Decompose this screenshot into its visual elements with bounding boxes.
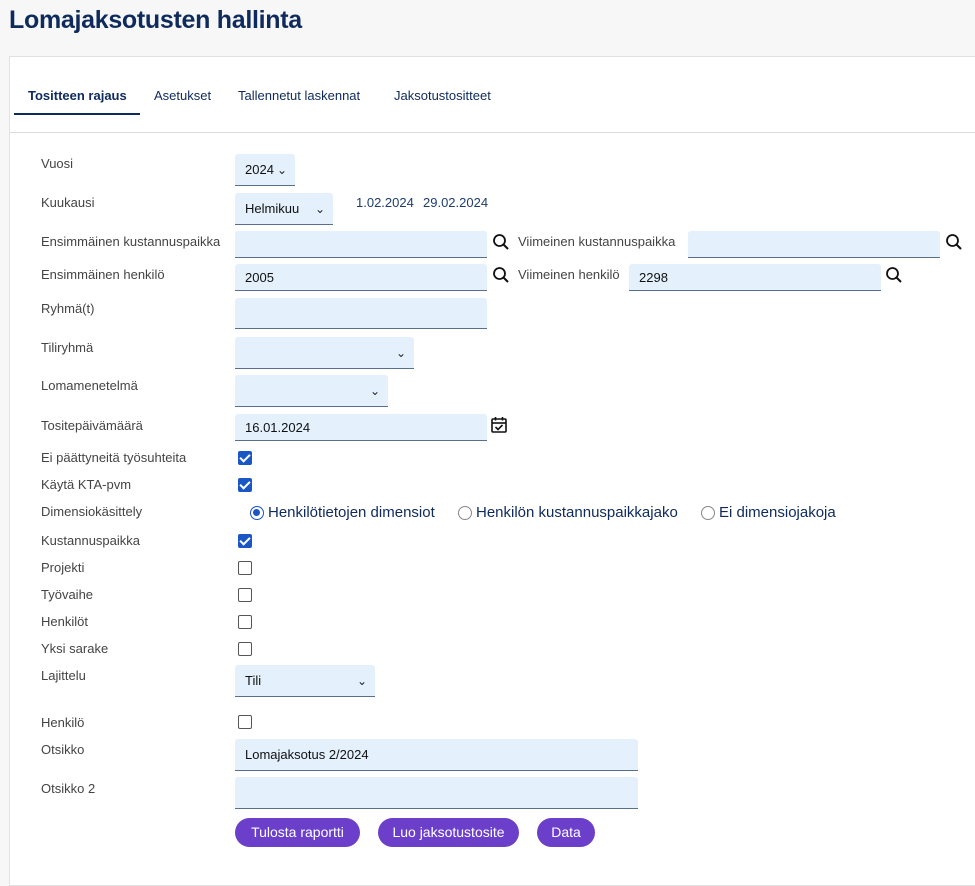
viim-henk-input[interactable]: 2298 [629, 264, 881, 291]
data-button[interactable]: Data [537, 818, 595, 847]
radio-label: Ei dimensiojakoja [719, 504, 836, 521]
active-tab-indicator [14, 113, 140, 115]
search-icon[interactable] [492, 233, 512, 253]
radio-button-icon [458, 505, 472, 520]
henkilo-label: Henkilö [41, 715, 85, 730]
radio-label: Henkilötietojen dimensiot [268, 504, 435, 521]
kustannuspaikka-checkbox[interactable] [238, 534, 252, 548]
chevron-down-icon: ⌄ [395, 346, 406, 360]
tyovaihe-label: Työvaihe [41, 587, 94, 602]
vuosi-label: Vuosi [41, 156, 74, 171]
radio-henkilon-kustannuspaikkajako[interactable]: Henkilön kustannuspaikkajako [458, 504, 678, 521]
vuosi-select[interactable]: 2024 ⌄ [235, 154, 295, 186]
ryhma-input[interactable] [235, 298, 487, 329]
henkilot-checkbox[interactable] [238, 615, 252, 629]
period-end: 29.02.2024 [423, 195, 489, 210]
kuukausi-value: Helmikuu [245, 201, 300, 216]
lajittelu-value: Tili [245, 673, 262, 688]
luo-jaksotustosite-button[interactable]: Luo jaksotustosite [378, 818, 519, 847]
period-start: 1.02.2024 [356, 195, 414, 210]
main-panel: Tositteen rajaus Asetukset Tallennetut l… [9, 56, 975, 886]
otsikko2-label: Otsikko 2 [41, 781, 96, 796]
tab-jaksotustositteet[interactable]: Jaksotustositteet [394, 88, 491, 103]
vuosi-value: 2024 [245, 162, 274, 177]
projekti-checkbox[interactable] [238, 561, 252, 575]
viim-kp-input[interactable] [688, 231, 940, 258]
chevron-down-icon: ⌄ [314, 202, 325, 216]
projekti-label: Projekti [41, 560, 85, 575]
ens-kp-label: Ensimmäinen kustannuspaikka [41, 234, 221, 249]
search-icon[interactable] [885, 266, 905, 286]
henkilot-label: Henkilöt [41, 614, 88, 629]
henkilo-checkbox[interactable] [238, 715, 252, 729]
radio-label: Henkilön kustannuspaikkajako [476, 504, 678, 521]
ens-kp-input[interactable] [235, 231, 487, 258]
search-icon[interactable] [492, 266, 512, 286]
otsikko2-input[interactable] [235, 777, 638, 809]
ryhma-label: Ryhmä(t) [41, 301, 95, 316]
tab-asetukset[interactable]: Asetukset [154, 88, 211, 103]
calendar-icon[interactable] [490, 416, 510, 436]
dimensio-label: Dimensiokäsittely [41, 504, 143, 519]
tositepvm-input[interactable]: 16.01.2024 [235, 414, 487, 441]
tab-tositteen-rajaus[interactable]: Tositteen rajaus [28, 88, 127, 103]
lajittelu-select[interactable]: Tili ⌄ [235, 665, 375, 697]
page-title: Lomajaksotusten hallinta [9, 6, 302, 34]
ens-henk-label: Ensimmäinen henkilö [41, 267, 165, 282]
chevron-down-icon: ⌄ [276, 163, 287, 177]
viim-henk-label: Viimeinen henkilö [518, 267, 620, 282]
tiliryhma-label: Tiliryhmä [41, 340, 94, 355]
kuukausi-label: Kuukausi [41, 195, 95, 210]
tyovaihe-checkbox[interactable] [238, 588, 252, 602]
radio-button-icon [250, 505, 264, 520]
search-icon[interactable] [945, 233, 965, 253]
kta-checkbox[interactable] [238, 478, 252, 492]
lajittelu-label: Lajittelu [41, 668, 86, 683]
chevron-down-icon: ⌄ [369, 384, 380, 398]
tiliryhma-select[interactable]: ⌄ [235, 337, 414, 369]
tositepvm-label: Tositepäivämäärä [41, 418, 143, 433]
kustannuspaikka-label: Kustannuspaikka [41, 533, 141, 548]
tab-tallennetut-laskennat[interactable]: Tallennetut laskennat [238, 88, 360, 103]
otsikko-label: Otsikko [41, 742, 85, 757]
tab-bar: Tositteen rajaus Asetukset Tallennetut l… [10, 57, 975, 133]
yksi-sarake-label: Yksi sarake [41, 641, 109, 656]
viim-kp-label: Viimeinen kustannuspaikka [518, 234, 676, 249]
lomamenetelma-select[interactable]: ⌄ [235, 375, 388, 407]
otsikko-input[interactable]: Lomajaksotus 2/2024 [235, 739, 638, 771]
radio-ei-dimensiojakoja[interactable]: Ei dimensiojakoja [701, 504, 836, 521]
yksi-sarake-checkbox[interactable] [238, 642, 252, 656]
ei-paattyneita-label: Ei päättyneitä työsuhteita [41, 450, 187, 465]
radio-henkilotietojen-dimensiot[interactable]: Henkilötietojen dimensiot [250, 504, 435, 521]
radio-button-icon [701, 505, 715, 520]
ei-paattyneita-checkbox[interactable] [238, 451, 252, 465]
tulosta-raportti-button[interactable]: Tulosta raportti [235, 818, 360, 847]
kta-label: Käytä KTA-pvm [41, 477, 132, 492]
lomamenetelma-label: Lomamenetelmä [41, 378, 138, 393]
ens-henk-input[interactable]: 2005 [235, 264, 487, 291]
chevron-down-icon: ⌄ [356, 674, 367, 688]
kuukausi-select[interactable]: Helmikuu ⌄ [235, 193, 333, 225]
